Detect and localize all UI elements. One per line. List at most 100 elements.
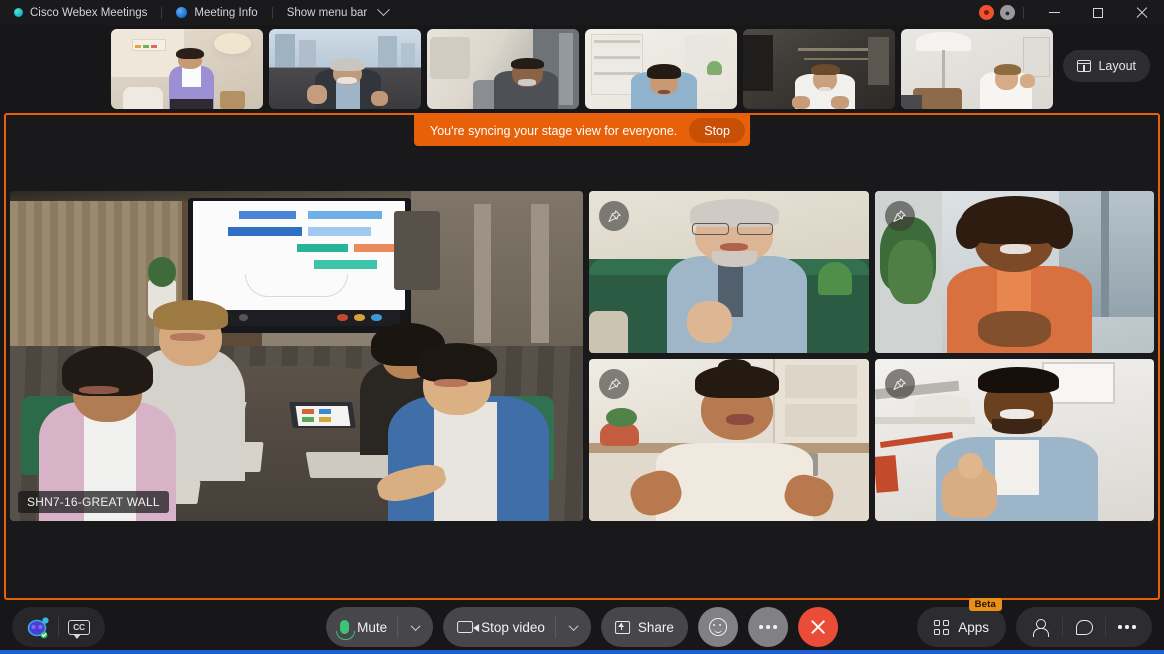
thumbnail-video-5: [743, 29, 895, 109]
stop-sync-button[interactable]: Stop: [689, 118, 745, 143]
chat-bubble-icon: [1075, 619, 1093, 635]
share-button[interactable]: Share: [600, 607, 688, 647]
reactions-button[interactable]: [697, 607, 738, 647]
closed-captions-button[interactable]: CC: [59, 607, 99, 647]
meeting-controls-bar: CC Mute Stop video Share Apps Beta: [0, 598, 1164, 654]
webex-ai-assistant-icon: [27, 617, 49, 639]
pin-button-tile-1[interactable]: [599, 201, 629, 231]
left-controls-group: CC: [12, 607, 105, 647]
participants-button[interactable]: [1020, 607, 1062, 647]
participant-thumbnail-5[interactable]: [743, 29, 895, 109]
stage-video-grid: SHN7-16-GREAT WALL: [10, 191, 1154, 521]
video-divider: [554, 616, 556, 638]
minimize-icon: [1048, 12, 1060, 13]
title-divider-1: [161, 6, 163, 19]
pin-button-tile-4[interactable]: [884, 369, 915, 399]
right-controls-group: Apps Beta: [917, 598, 1152, 647]
panel-toggles-group: [1016, 607, 1152, 647]
sync-banner-text: You're syncing your stage view for every…: [430, 123, 678, 138]
mute-button-label: Mute: [357, 619, 388, 635]
main-stage-video[interactable]: SHN7-16-GREAT WALL: [10, 191, 583, 521]
apps-button-label: Apps: [958, 619, 989, 635]
tile-video-4: [874, 359, 1154, 521]
tile-video-1: [589, 191, 869, 353]
mute-button[interactable]: Mute: [326, 607, 434, 647]
main-video-name-label: SHN7-16-GREAT WALL: [18, 491, 169, 513]
more-panels-button[interactable]: [1106, 607, 1148, 647]
thumbnail-video-6: [901, 29, 1053, 109]
chevron-down-icon[interactable]: [568, 620, 579, 631]
more-options-button[interactable]: [747, 607, 788, 647]
show-menu-bar-button[interactable]: Show menu bar: [283, 0, 393, 25]
pin-button-tile-2[interactable]: [884, 201, 915, 231]
recording-icon[interactable]: [979, 5, 994, 20]
ai-assistant-button[interactable]: [18, 607, 58, 647]
meeting-info-button[interactable]: Meeting Info: [172, 0, 261, 25]
layout-button[interactable]: Layout: [1063, 50, 1150, 82]
thumbnail-video-3: [427, 29, 579, 109]
participants-icon: [1032, 618, 1050, 637]
thumbnail-video-4: [585, 29, 737, 109]
webex-logo-icon: [14, 8, 23, 17]
participant-tile-4[interactable]: [874, 359, 1154, 521]
app-title-label: Cisco Webex Meetings: [30, 6, 148, 19]
maximize-button[interactable]: [1076, 0, 1120, 25]
minimize-button[interactable]: [1032, 0, 1076, 25]
apps-beta-badge: Beta: [968, 598, 1002, 611]
participant-tile-2[interactable]: [874, 191, 1154, 353]
microphone-icon: [336, 620, 356, 640]
reactions-smiley-icon: [708, 618, 727, 636]
meeting-info-label: Meeting Info: [194, 6, 258, 19]
chevron-down-icon[interactable]: [410, 620, 421, 631]
participant-tile-1[interactable]: [589, 191, 869, 353]
title-divider-3: [1023, 6, 1024, 19]
show-menu-bar-label: Show menu bar: [286, 6, 368, 19]
apps-button[interactable]: Apps Beta: [917, 598, 1006, 647]
app-title: Cisco Webex Meetings: [10, 0, 151, 25]
network-quality-icon[interactable]: ●: [1000, 5, 1015, 20]
pin-icon: [893, 377, 906, 390]
pin-icon: [607, 209, 621, 222]
side-tiles-grid: [589, 191, 1154, 521]
center-controls-group: Mute Stop video Share: [326, 607, 838, 647]
apps-grid-icon: [934, 619, 950, 635]
share-button-label: Share: [637, 619, 674, 635]
chat-button[interactable]: [1063, 607, 1105, 647]
closed-captions-icon: CC: [68, 619, 90, 639]
stage-area: You're syncing your stage view for every…: [4, 113, 1160, 600]
pin-button-tile-3[interactable]: [599, 369, 629, 399]
thumbnail-video-2: [269, 29, 421, 109]
participant-filmstrip: Layout: [0, 25, 1164, 113]
participant-thumbnail-4[interactable]: [585, 29, 737, 109]
close-icon: [1136, 7, 1148, 19]
main-stage-scene: [10, 191, 583, 521]
sync-stage-banner: You're syncing your stage view for every…: [414, 115, 750, 146]
chevron-down-icon: [377, 3, 391, 17]
end-call-x-icon: [810, 619, 826, 635]
close-button[interactable]: [1120, 0, 1164, 25]
camera-icon: [457, 621, 480, 633]
mute-divider: [397, 616, 399, 638]
participant-tile-3[interactable]: [589, 359, 869, 521]
participant-thumbnail-6[interactable]: [901, 29, 1053, 109]
thumbnail-video-1: [111, 29, 263, 109]
participant-thumbnail-2[interactable]: [269, 29, 421, 109]
title-divider-2: [271, 6, 273, 19]
more-horizontal-icon: [759, 625, 777, 629]
tile-video-3: [589, 359, 869, 521]
maximize-icon: [1093, 7, 1103, 18]
share-screen-icon: [614, 620, 630, 634]
status-accent-line: [0, 650, 1164, 654]
pin-icon: [893, 209, 906, 222]
layout-button-label: Layout: [1098, 59, 1136, 73]
info-circle-icon: [176, 7, 188, 18]
participant-thumbnail-1[interactable]: [111, 29, 263, 109]
stop-video-button[interactable]: Stop video: [443, 607, 591, 647]
title-bar: Cisco Webex Meetings Meeting Info Show m…: [0, 0, 1164, 25]
pin-icon: [607, 377, 621, 390]
participant-thumbnail-3[interactable]: [427, 29, 579, 109]
end-call-button[interactable]: [797, 607, 838, 647]
more-horizontal-icon: [1118, 625, 1136, 629]
tile-video-2: [874, 191, 1154, 353]
window-controls: ●: [979, 0, 1164, 25]
